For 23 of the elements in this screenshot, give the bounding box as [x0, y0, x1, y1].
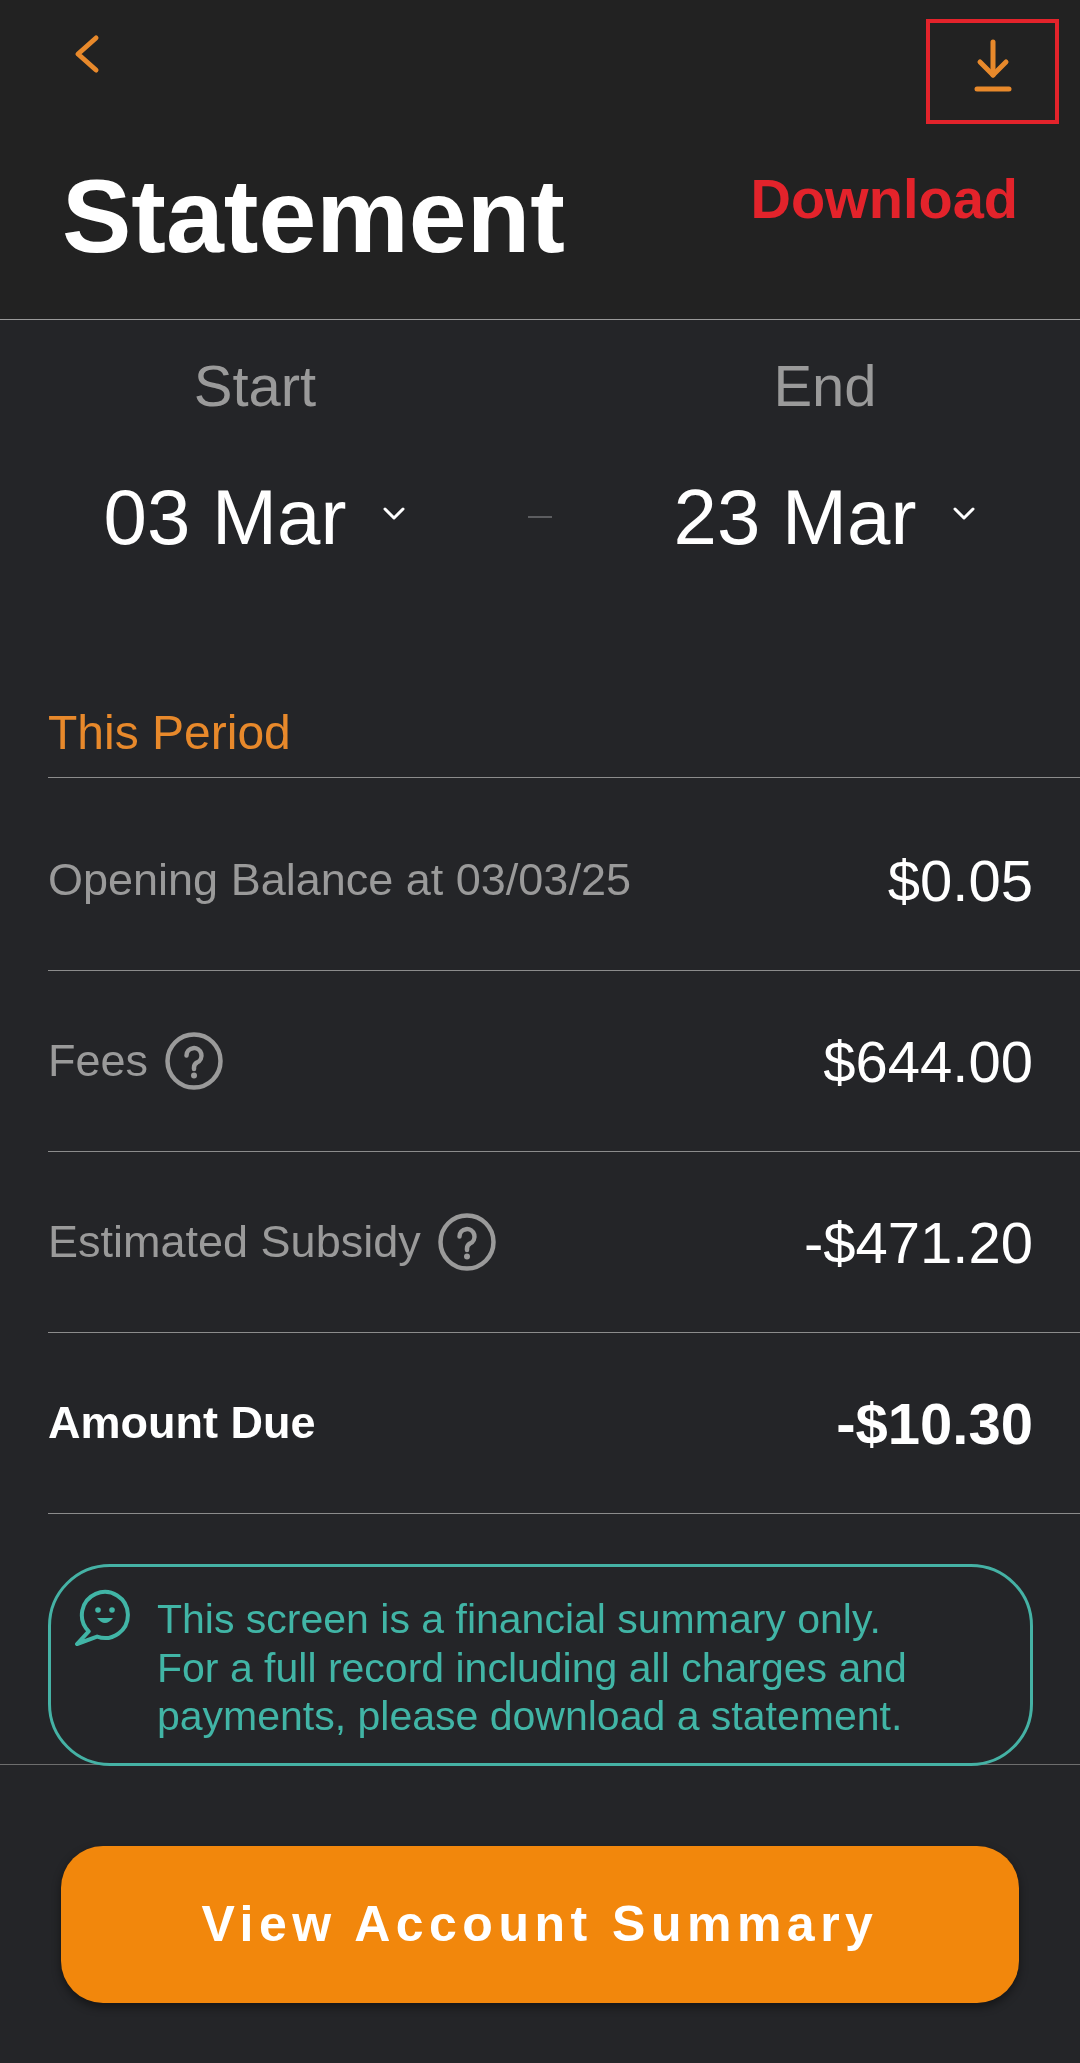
chevron-down-icon	[952, 505, 977, 521]
help-icon[interactable]	[437, 1213, 496, 1271]
date-dropdown[interactable]: 03 Mar	[103, 470, 407, 564]
row-label: Estimated Subsidy	[48, 1216, 421, 1268]
date-label: End	[773, 352, 877, 420]
section-title: This Period	[48, 705, 291, 761]
annotation-label: Download	[750, 167, 1018, 231]
date-label: Start	[193, 352, 317, 420]
chevron-down-icon	[382, 505, 407, 521]
smiley-chat-icon	[72, 1588, 132, 1648]
amount-value: $0.05	[887, 846, 1033, 914]
date-dropdown[interactable]: 23 Mar	[673, 470, 977, 564]
note-text: This screen is a financial summary only. For a full record including all charges and payments, please download a statement.	[157, 1595, 907, 1741]
row-label: Fees	[48, 1035, 149, 1087]
dash-icon	[528, 516, 552, 518]
amount-value: -$471.20	[804, 1208, 1033, 1276]
page-title: Statement	[62, 157, 565, 276]
help-icon[interactable]	[165, 1032, 224, 1090]
amount-value: -$10.30	[836, 1389, 1033, 1457]
row-label: Opening Balance at 03/03/25	[48, 854, 631, 906]
row-label: Amount Due	[48, 1397, 316, 1449]
amount-value: $644.00	[823, 1027, 1033, 1095]
download-icon	[972, 39, 1013, 92]
